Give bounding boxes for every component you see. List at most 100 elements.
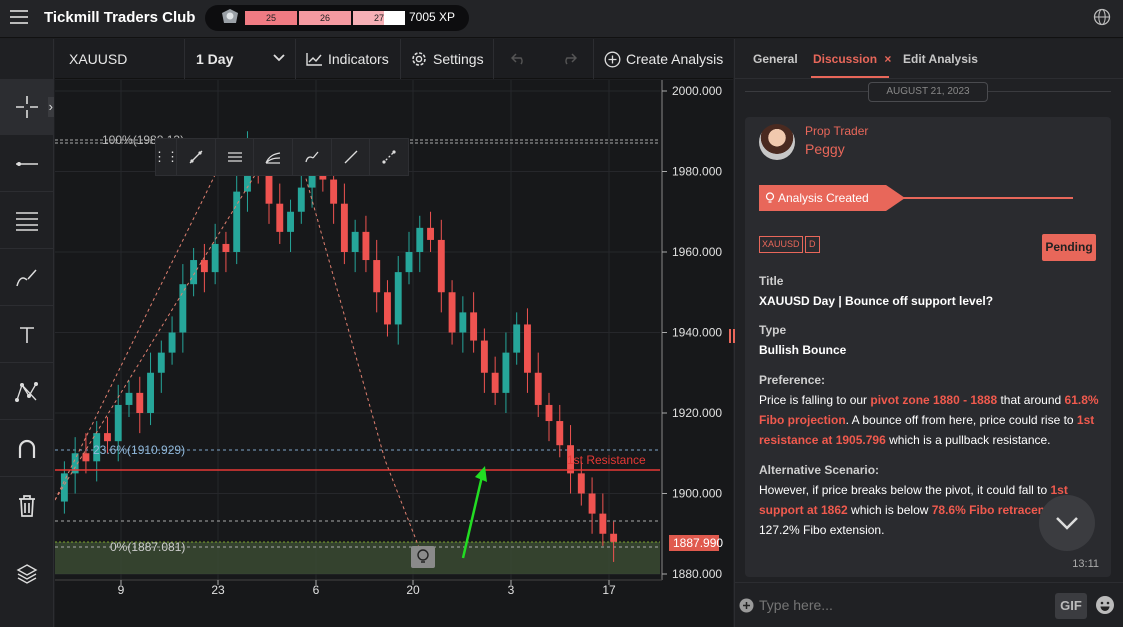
candle-body (491, 372, 499, 393)
candle-body (125, 392, 133, 405)
candle-body (599, 513, 607, 534)
globe-icon[interactable] (1093, 8, 1111, 26)
magnet-tool[interactable] (0, 421, 54, 477)
idea-button[interactable] (411, 546, 435, 568)
symbol-selector[interactable]: XAUUSD (55, 39, 185, 79)
emoji-icon[interactable] (1095, 595, 1115, 615)
settings-label: Settings (433, 51, 484, 67)
panel-resize-handle[interactable] (729, 329, 735, 343)
draw-measure-tool[interactable] (369, 139, 408, 175)
draw-brush-tool[interactable] (292, 139, 331, 175)
resistance-label: 1st Resistance (567, 453, 646, 467)
indicators-button[interactable]: Indicators (296, 39, 401, 79)
y-tick-label: 1960.000 (672, 245, 722, 259)
text-tool[interactable] (0, 307, 54, 363)
candle-body (330, 179, 338, 204)
chevron-down-icon (1056, 517, 1078, 530)
candle-body (265, 171, 273, 204)
fan-icon (265, 152, 281, 164)
candle-body (60, 473, 68, 502)
menu-icon[interactable] (10, 10, 28, 24)
analysis-panel: General Discussion × Edit Analysis AUGUS… (729, 39, 1123, 627)
y-tick-label: 1940.000 (672, 326, 722, 340)
y-axis-panel (661, 80, 733, 602)
redo-button[interactable] (544, 39, 594, 79)
tab-discussion[interactable]: Discussion × (813, 52, 891, 66)
candle-body (287, 211, 294, 232)
candle-body (211, 243, 219, 273)
layers-icon (16, 564, 38, 584)
crosshair-tool[interactable]: › (0, 79, 54, 135)
candle-body (147, 372, 154, 413)
undo-button[interactable] (494, 39, 544, 79)
candle-body (502, 352, 510, 393)
message-input[interactable] (759, 595, 1029, 615)
gear-icon (412, 52, 426, 66)
fib-tool[interactable] (0, 193, 54, 249)
scroll-down-button[interactable] (1039, 495, 1095, 551)
tools-header (0, 39, 54, 79)
expand-icon[interactable]: › (47, 97, 54, 117)
candle-body (157, 352, 165, 373)
xp-level: 26 (299, 11, 351, 25)
add-attachment-icon[interactable] (739, 598, 754, 613)
drag-handle-icon[interactable]: ⋮⋮ (153, 139, 179, 175)
create-analysis-button[interactable]: Create Analysis (594, 39, 733, 79)
pref-text-3: . A bounce off from here, price could ri… (845, 413, 1077, 427)
y-tick-label: 1900.000 (672, 487, 722, 501)
candle-body (200, 260, 208, 273)
candle-body (588, 493, 596, 514)
price-chart[interactable]: 1st Resistance 100%(1988.13) 23.6%(1910.… (54, 80, 733, 602)
gif-button[interactable]: GIF (1055, 593, 1087, 619)
xp-progress: 25 26 27 7005 XP (205, 5, 469, 31)
draw-line-tool[interactable] (176, 139, 215, 175)
alt-text-3: 127.2% Fibo extension. (759, 523, 885, 537)
draw-fan-tool[interactable] (253, 139, 292, 175)
candle-body (82, 453, 90, 462)
title-label: Title (759, 274, 784, 288)
close-icon[interactable]: × (884, 52, 891, 66)
candle-body (168, 332, 176, 353)
tag-timeframe: D (805, 236, 820, 253)
xp-level: 27 (353, 11, 405, 25)
x-tick-label: 17 (602, 583, 616, 597)
pattern-tool[interactable] (0, 364, 54, 420)
tab-edit-analysis[interactable]: Edit Analysis (903, 52, 978, 66)
alternative-label: Alternative Scenario: (759, 463, 880, 477)
redo-icon (564, 53, 577, 65)
tab-general[interactable]: General (753, 52, 798, 66)
draw-channel-tool[interactable] (214, 139, 254, 175)
layers-tool[interactable] (0, 546, 54, 602)
delete-tool[interactable] (0, 478, 54, 534)
timeframe-select[interactable]: 1 Day (185, 39, 296, 79)
create-analysis-label: Create Analysis (626, 51, 724, 67)
x-tick-label: 23 (211, 583, 225, 597)
candle-body (222, 243, 230, 252)
fib-0-label: 0%(1887.081) (110, 540, 185, 554)
candle-body (104, 433, 111, 442)
candle-body (340, 203, 348, 252)
magnet-icon (18, 439, 36, 458)
xp-value: 7005 XP (409, 10, 456, 24)
candle-body (384, 292, 391, 325)
pref-text-4: which is a pullback resistance. (885, 433, 1051, 447)
x-tick-label: 20 (406, 583, 420, 597)
trend-line-tool[interactable] (0, 136, 54, 192)
candle-body (556, 421, 564, 446)
status-banner: Analysis Created (759, 185, 905, 211)
avatar (759, 124, 795, 160)
line-icon (16, 161, 38, 166)
status-banner-label: Analysis Created (778, 191, 869, 205)
candle-body (362, 231, 370, 261)
author-name[interactable]: Peggy (805, 141, 845, 157)
y-tick-label: 1880.000 (672, 567, 722, 581)
candle-body (448, 292, 456, 333)
brush-tool[interactable] (0, 250, 54, 306)
candle-body (405, 252, 413, 273)
settings-button[interactable]: Settings (401, 39, 494, 79)
timeline-line (903, 197, 1073, 199)
plus-circle-icon (604, 51, 621, 67)
candle-body (513, 324, 521, 353)
draw-ray-tool[interactable] (330, 139, 370, 175)
candle-body (610, 533, 618, 542)
